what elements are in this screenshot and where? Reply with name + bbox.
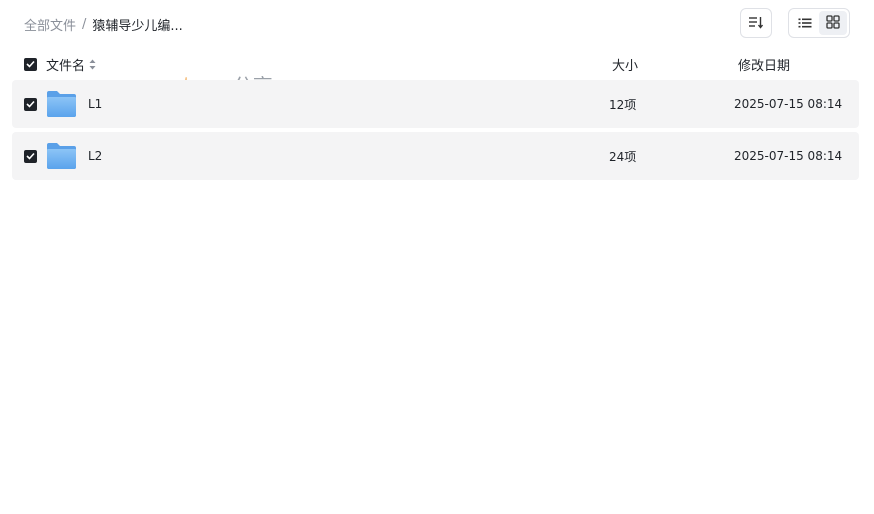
checkmark-icon (24, 57, 37, 71)
file-date: 2025-07-15 08:14 (734, 97, 843, 111)
checkmark-icon (24, 97, 37, 111)
select-all-checkbox[interactable] (24, 52, 37, 76)
file-size: 24项 (609, 149, 637, 164)
list-view-button[interactable] (791, 11, 819, 35)
column-size-header[interactable]: 大小 (612, 52, 638, 76)
sort-list-icon (748, 14, 764, 33)
breadcrumb-separator: / (82, 16, 87, 32)
folder-icon (46, 80, 77, 128)
row-checkbox[interactable] (24, 132, 37, 180)
file-list: L1 12项 2025-07-15 08:14 L2 24项 2025-07-1… (12, 80, 859, 184)
file-date: 2025-07-15 08:14 (734, 149, 843, 163)
table-row[interactable]: L2 24项 2025-07-15 08:14 (12, 132, 859, 180)
grid-view-icon (826, 14, 840, 33)
sort-button[interactable] (740, 8, 772, 38)
column-name-label: 文件名 (46, 58, 86, 74)
file-name[interactable]: L2 (88, 132, 102, 180)
breadcrumb-root[interactable]: 全部文件 (24, 15, 76, 34)
view-toggle (788, 8, 850, 38)
table-header: 文件名 大小 修改日期 (12, 52, 859, 76)
folder-icon (46, 132, 77, 180)
file-name[interactable]: L1 (88, 80, 102, 128)
breadcrumb-current: 猿辅导少儿编... (92, 18, 183, 34)
sort-toggle-icon (89, 59, 96, 70)
row-checkbox[interactable] (24, 80, 37, 128)
checkmark-icon (24, 149, 37, 163)
column-date-header[interactable]: 修改日期 (738, 52, 790, 76)
file-size: 12项 (609, 97, 637, 112)
grid-view-button[interactable] (819, 11, 847, 35)
table-row[interactable]: L1 12项 2025-07-15 08:14 (12, 80, 859, 128)
breadcrumb: 全部文件 / 猿辅导少儿编... (24, 15, 183, 34)
list-view-icon (798, 14, 812, 33)
column-name-header[interactable]: 文件名 (46, 52, 96, 76)
